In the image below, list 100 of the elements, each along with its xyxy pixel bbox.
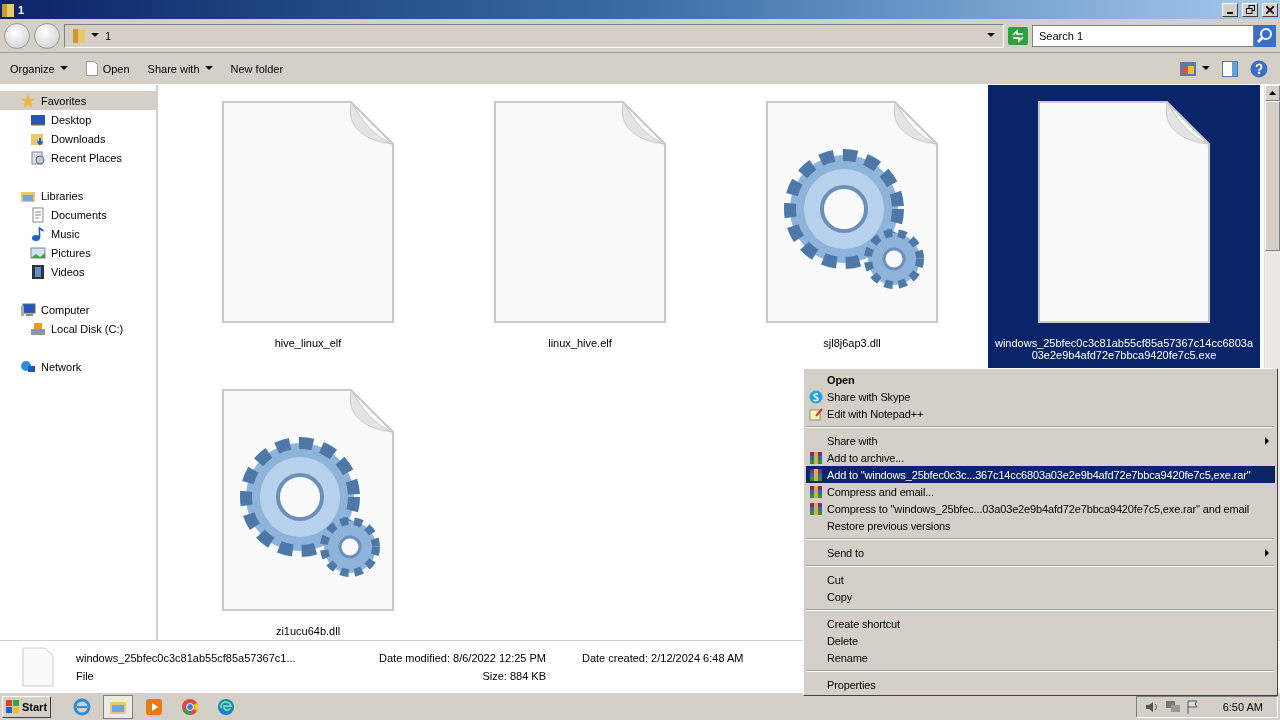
submenu-arrow-icon bbox=[1265, 548, 1269, 557]
minimize-button[interactable] bbox=[1222, 2, 1238, 17]
taskbar-app[interactable] bbox=[103, 694, 134, 719]
gear-file-icon bbox=[220, 387, 396, 613]
toolbar-button[interactable]: Organize bbox=[4, 59, 74, 78]
search-field[interactable]: Search 1 bbox=[1032, 24, 1254, 47]
file-icon bbox=[85, 61, 98, 76]
browser-e-icon bbox=[73, 697, 92, 716]
music-note-icon bbox=[30, 225, 46, 242]
detail-text: Date created: 2/12/2024 6:48 AM bbox=[581, 652, 745, 664]
close-icon bbox=[1266, 5, 1274, 14]
sidebar-item[interactable]: Network bbox=[0, 357, 156, 376]
menu-item[interactable]: Share with bbox=[806, 432, 1275, 449]
file-type: File bbox=[76, 670, 95, 682]
caret-icon bbox=[987, 33, 995, 38]
view-icon[interactable] bbox=[1180, 61, 1196, 76]
minimize-icon bbox=[1227, 11, 1233, 14]
file-item[interactable]: sjl8j6ap3.dll bbox=[716, 85, 988, 373]
menu-item[interactable]: Cut bbox=[806, 571, 1275, 588]
close-button[interactable] bbox=[1262, 2, 1278, 17]
sidebar-item[interactable]: Computer bbox=[0, 300, 156, 319]
flag-icon[interactable] bbox=[1186, 699, 1199, 714]
file-name: zi1ucu64b.dll bbox=[274, 625, 342, 637]
preview-pane-icon[interactable] bbox=[1222, 60, 1238, 77]
document-icon bbox=[30, 206, 46, 223]
sidebar-item[interactable]: Downloads bbox=[0, 129, 156, 148]
menu-item[interactable]: Share with Skype bbox=[806, 388, 1275, 405]
drive-icon bbox=[30, 320, 46, 337]
address-path: 1 bbox=[105, 29, 113, 42]
restore-button[interactable] bbox=[1242, 2, 1258, 17]
blank-file-icon bbox=[1036, 99, 1212, 325]
computer-icon bbox=[20, 301, 36, 318]
address-bar[interactable]: 1 bbox=[64, 23, 1004, 48]
sidebar-item[interactable]: Pictures bbox=[0, 243, 156, 262]
skype-icon bbox=[809, 389, 823, 404]
start-button[interactable]: Start bbox=[2, 695, 52, 718]
caret-icon bbox=[1202, 66, 1210, 71]
notepad-icon bbox=[809, 406, 823, 421]
edge-icon bbox=[217, 697, 236, 716]
sidebar-item[interactable]: Local Disk (C:) bbox=[0, 319, 156, 338]
menu-item[interactable]: Add to "windows_25bfec0c3c...367c14cc6803a03e2e9b4afd72e7bbca9420fe7c5,exe.rar" bbox=[806, 466, 1275, 483]
menu-item[interactable]: Properties bbox=[806, 676, 1275, 693]
menu-item[interactable]: Create shortcut bbox=[806, 615, 1275, 632]
refresh-icon[interactable] bbox=[1008, 26, 1028, 45]
caret-icon bbox=[91, 33, 99, 38]
menu-item[interactable]: Restore previous versions bbox=[806, 517, 1275, 534]
file-name: sjl8j6ap3.dll bbox=[822, 337, 882, 349]
archive-icon bbox=[809, 467, 823, 482]
detail-text: Date modified: 8/6/2022 12:25 PM bbox=[378, 652, 546, 664]
search-icon[interactable] bbox=[1254, 24, 1276, 47]
up-arrow-icon bbox=[1269, 91, 1276, 95]
sidebar-item[interactable]: Favorites bbox=[0, 91, 156, 110]
menu-item[interactable]: Edit with Notepad++ bbox=[806, 405, 1275, 422]
sidebar-item[interactable]: Desktop bbox=[0, 110, 156, 129]
folder-icon bbox=[73, 28, 85, 43]
forward-button[interactable] bbox=[34, 22, 60, 49]
file-item[interactable]: linux_hive.elf bbox=[444, 85, 716, 373]
submenu-arrow-icon bbox=[1265, 436, 1269, 445]
archive-icon bbox=[809, 501, 823, 516]
folder-icon bbox=[2, 2, 14, 17]
menu-item[interactable]: Rename bbox=[806, 649, 1275, 666]
menu-item[interactable]: Compress to "windows_25bfec...03a03e2e9b4afd72e7bbca9420fe7c5,exe.rar" and email bbox=[806, 500, 1275, 517]
sidebar-item[interactable]: Libraries bbox=[0, 186, 156, 205]
menu-item[interactable]: Send to bbox=[806, 544, 1275, 561]
star-icon bbox=[20, 92, 36, 109]
file-icon bbox=[22, 647, 54, 687]
back-button[interactable] bbox=[4, 22, 30, 49]
window-title: 1 bbox=[18, 3, 26, 16]
sidebar-item[interactable]: Music bbox=[0, 224, 156, 243]
file-name: hive_linux_elf bbox=[273, 337, 343, 349]
help-icon[interactable] bbox=[1250, 59, 1268, 78]
menu-item[interactable]: Add to archive... bbox=[806, 449, 1275, 466]
detail-text: Size: 884 KB bbox=[481, 670, 546, 682]
blank-file-icon bbox=[492, 99, 668, 325]
file-name: windows_25bfec0c3c81ab55cf85a57367c1... bbox=[76, 652, 297, 664]
network-icon bbox=[20, 358, 36, 375]
sidebar-item[interactable]: Recent Places bbox=[0, 148, 156, 167]
film-icon bbox=[30, 263, 46, 280]
restore-icon bbox=[1245, 5, 1255, 14]
network-icon[interactable] bbox=[1164, 699, 1181, 714]
archive-icon bbox=[809, 484, 823, 499]
speaker-icon[interactable] bbox=[1144, 699, 1159, 714]
sidebar-item[interactable]: Documents bbox=[0, 205, 156, 224]
menu-item[interactable]: Delete bbox=[806, 632, 1275, 649]
menu-item[interactable]: Copy bbox=[806, 588, 1275, 605]
toolbar-button[interactable]: New folder bbox=[224, 59, 290, 78]
play-icon bbox=[145, 697, 164, 716]
file-item[interactable]: zi1ucu64b.dll bbox=[172, 373, 444, 640]
menu-item[interactable]: Open bbox=[806, 371, 1275, 388]
chrome-icon bbox=[181, 697, 200, 716]
picture-icon bbox=[30, 244, 46, 261]
scroll-up-button[interactable] bbox=[1265, 85, 1280, 101]
gear-file-icon bbox=[764, 99, 940, 325]
caret-icon bbox=[204, 66, 213, 71]
scroll-thumb[interactable] bbox=[1265, 101, 1280, 251]
toolbar-button[interactable]: Share with bbox=[141, 59, 219, 78]
menu-item[interactable]: Compress and email... bbox=[806, 483, 1275, 500]
sidebar-item[interactable]: Videos bbox=[0, 262, 156, 281]
file-item[interactable]: hive_linux_elf bbox=[172, 85, 444, 373]
toolbar-button[interactable]: Open bbox=[79, 58, 136, 79]
